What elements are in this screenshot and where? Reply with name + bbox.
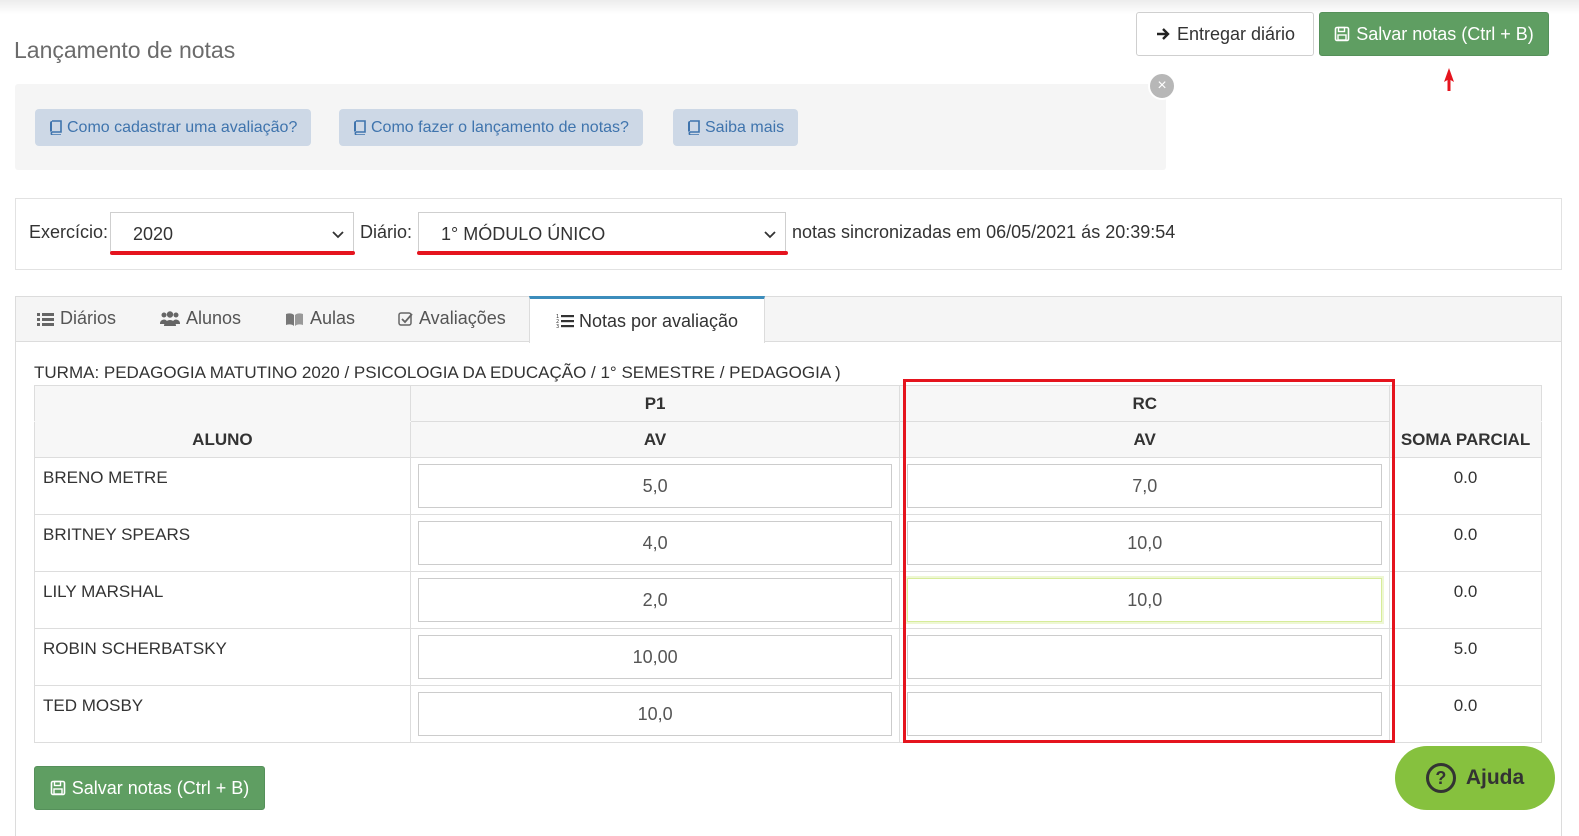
book-icon: [354, 120, 366, 135]
salvar-notas-button-top[interactable]: Salvar notas (Ctrl + B): [1319, 12, 1549, 56]
header-soma-parcial: SOMA PARCIAL: [1389, 421, 1542, 458]
tab-bar: [15, 296, 1562, 342]
help-link-label: Saiba mais: [705, 118, 785, 136]
chevron-down-icon: [764, 231, 776, 239]
exercicio-value: 2020: [133, 223, 174, 244]
header-aluno: ALUNO: [34, 421, 411, 458]
grade-input-p1[interactable]: [417, 692, 893, 736]
tab-aulas[interactable]: Aulas: [285, 308, 355, 329]
sync-status-text: notas sincronizadas em 06/05/2021 ás 20:…: [792, 222, 1176, 242]
grade-input-p1[interactable]: [417, 578, 893, 622]
diario-value: 1° MÓDULO ÚNICO: [441, 223, 606, 244]
table-row: BRITNEY SPEARS 0.0: [34, 514, 1542, 572]
soma-parcial-value: 0.0: [1389, 457, 1542, 515]
grade-input-p1[interactable]: [417, 464, 893, 508]
turma-heading: TURMA: PEDAGOGIA MATUTINO 2020 / PSICOLO…: [34, 363, 841, 382]
grade-input-p1[interactable]: [417, 521, 893, 565]
check-square-icon: [398, 312, 413, 326]
header-av-rc: AV: [899, 421, 1391, 458]
grade-input-rc[interactable]: [907, 464, 1383, 508]
tab-label: Notas por avaliação: [578, 310, 739, 331]
book-open-icon: [286, 312, 303, 326]
table-row: LILY MARSHAL 0.0: [34, 571, 1542, 629]
help-link-saiba-mais[interactable]: Saiba mais: [673, 109, 799, 146]
grade-input-rc[interactable]: [907, 521, 1383, 565]
help-link-label: Como cadastrar uma avaliação?: [67, 118, 298, 136]
entregar-diario-label: Entregar diário: [1176, 23, 1296, 44]
exercicio-select[interactable]: 2020: [110, 212, 354, 252]
close-help-panel-button[interactable]: ×: [1148, 72, 1176, 100]
grade-input-p1[interactable]: [417, 635, 893, 679]
tab-avaliacoes[interactable]: Avaliações: [398, 308, 506, 329]
salvar-notas-label-top: Salvar notas (Ctrl + B): [1356, 23, 1534, 44]
student-name: BRENO METRE: [34, 457, 411, 515]
exercicio-annotation-underline: [110, 251, 355, 255]
arrow-right-icon: [1156, 28, 1170, 40]
book-icon: [50, 120, 62, 135]
header-empty-aluno: [34, 385, 411, 422]
tab-label: Alunos: [186, 308, 242, 328]
tab-notas-por-avaliacao[interactable]: 123 Notas por avaliação: [529, 296, 765, 343]
question-circle-icon: ?: [1425, 763, 1456, 793]
tab-label: Aulas: [310, 308, 356, 328]
soma-parcial-value: 0.0: [1389, 571, 1542, 629]
student-name: TED MOSBY: [34, 685, 411, 743]
floppy-disk-icon: [50, 780, 66, 796]
diario-label: Diário:: [360, 222, 413, 242]
ajuda-label: Ajuda: [1465, 766, 1525, 789]
exercicio-label: Exercício:: [29, 222, 109, 242]
table-row: ROBIN SCHERBATSKY 5.0: [34, 628, 1542, 686]
tab-label: Diários: [60, 308, 117, 328]
salvar-notas-button-bottom[interactable]: Salvar notas (Ctrl + B): [34, 766, 265, 810]
grade-input-rc[interactable]: [907, 635, 1383, 679]
soma-parcial-value: 5.0: [1389, 628, 1542, 686]
list-ol-icon: 123: [556, 314, 574, 329]
header-group-rc: RC: [899, 385, 1391, 422]
student-name: ROBIN SCHERBATSKY: [34, 628, 411, 686]
student-name: LILY MARSHAL: [34, 571, 411, 629]
entregar-diario-button[interactable]: Entregar diário: [1136, 12, 1314, 56]
header-group-p1: P1: [409, 385, 901, 422]
soma-parcial-value: 0.0: [1389, 514, 1542, 572]
soma-parcial-value: 0.0: [1389, 685, 1542, 743]
grade-input-rc[interactable]: [907, 692, 1383, 736]
floppy-disk-icon: [1334, 26, 1350, 42]
tab-label: Avaliações: [419, 308, 506, 328]
diario-select[interactable]: 1° MÓDULO ÚNICO: [418, 212, 786, 252]
table-row: BRENO METRE 0.0: [34, 457, 1542, 515]
grades-table: P1 RC ALUNO AV AV SOMA PARCIAL BRENO MET…: [34, 385, 1542, 743]
chevron-down-icon: [332, 231, 344, 239]
grade-input-rc[interactable]: [907, 578, 1383, 622]
tab-alunos[interactable]: Alunos: [160, 308, 241, 329]
header-empty-soma: [1389, 385, 1542, 422]
help-link-lancamento-notas[interactable]: Como fazer o lançamento de notas?: [339, 109, 643, 146]
help-link-label: Como fazer o lançamento de notas?: [371, 118, 629, 136]
ajuda-button[interactable]: ? Ajuda: [1395, 746, 1555, 810]
list-icon: [37, 312, 54, 326]
book-icon: [688, 120, 700, 135]
tab-diarios[interactable]: Diários: [37, 308, 116, 329]
header-av-p1: AV: [409, 421, 901, 458]
svg-text:3: 3: [556, 324, 559, 329]
annotation-arrow-icon: [1444, 68, 1454, 91]
student-name: BRITNEY SPEARS: [34, 514, 411, 572]
diario-annotation-underline: [417, 251, 788, 255]
help-link-cadastrar-avaliacao[interactable]: Como cadastrar uma avaliação?: [35, 109, 312, 146]
page-title: Lançamento de notas: [14, 37, 236, 64]
close-icon: ×: [1157, 77, 1167, 94]
users-icon: [160, 311, 180, 326]
table-row: TED MOSBY 0.0: [34, 685, 1542, 743]
salvar-notas-label-bottom: Salvar notas (Ctrl + B): [71, 777, 250, 798]
